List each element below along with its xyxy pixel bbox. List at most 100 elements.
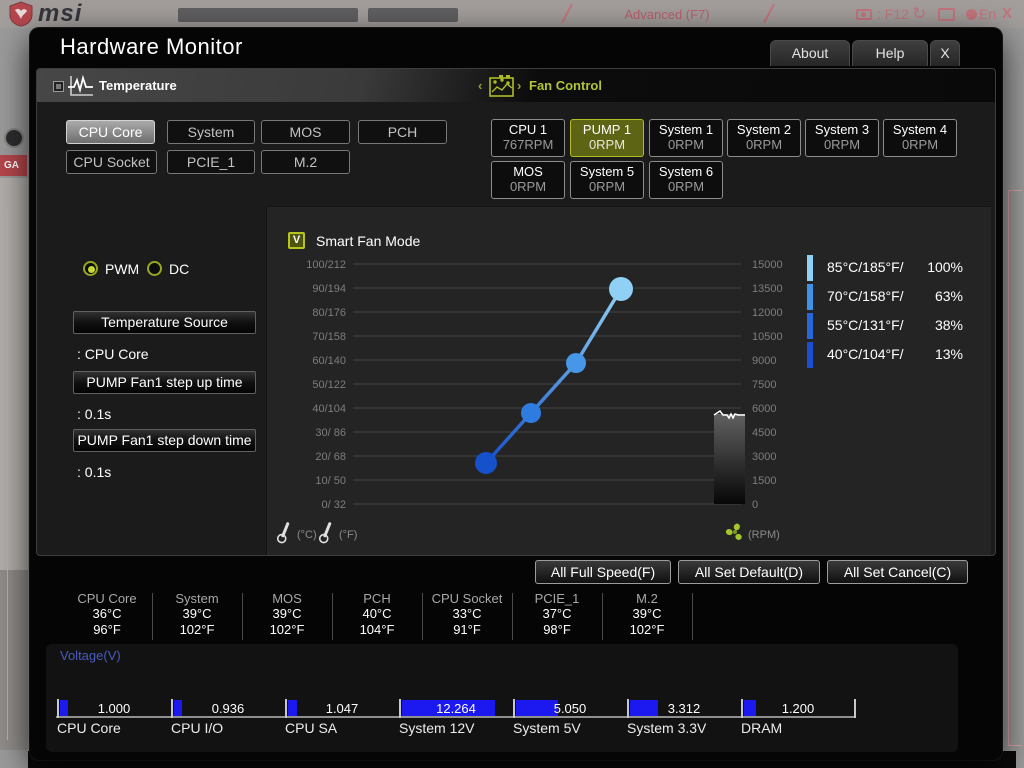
gaming-badge: GA (0, 155, 27, 176)
fan-name: System 3 (814, 122, 870, 137)
bios-close-icon[interactable]: X (1002, 5, 1012, 22)
svg-text:12000: 12000 (752, 307, 783, 319)
smart-fan-mode-checkbox[interactable]: V (288, 232, 305, 249)
tab-x-button[interactable]: X (930, 40, 960, 66)
fan-button-system-4[interactable]: System 4 0RPM (883, 119, 957, 157)
window-title: Hardware Monitor (60, 34, 243, 59)
mode-radio-label-dc: DC (169, 261, 190, 277)
legend-temp-label: 70°C/158°F/ (827, 288, 904, 304)
tab-help-button[interactable]: Help (852, 40, 928, 66)
fan-curve-point-70c[interactable] (566, 353, 586, 373)
temp-reading-name: M.2 (636, 591, 658, 606)
temperature-section-checkbox[interactable] (53, 81, 64, 92)
legend-color-bar (807, 342, 813, 368)
fan-button-cpu-1[interactable]: CPU 1 767RPM (491, 119, 565, 157)
legend-percent-value: 13% (934, 346, 963, 362)
fan-control-icon[interactable] (489, 74, 514, 97)
board-name-block (178, 8, 358, 22)
svg-text:10/ 50: 10/ 50 (315, 475, 346, 487)
fan-control-section-label: Fan Control (529, 78, 602, 93)
temp-source-button-pcie-1[interactable]: PCIE_1 (167, 150, 255, 174)
field-button-0[interactable]: Temperature Source (73, 311, 256, 334)
bios-mode-label[interactable]: Advanced (F7) (592, 7, 742, 22)
fan-rpm-icon (726, 523, 742, 540)
temp-reading-celsius: 33°C (452, 606, 482, 621)
screen: msi Advanced (F7) : F12 ↻ En X GA Hardwa… (0, 0, 1024, 768)
hardware-monitor-window: Hardware Monitor About Help X Temperature … (30, 28, 1002, 760)
fan-button-system-3[interactable]: System 3 0RPM (805, 119, 879, 157)
temp-source-button-cpu-socket[interactable]: CPU Socket (66, 150, 157, 174)
voltage-value: 5.050 (553, 701, 587, 716)
field-button-1[interactable]: PUMP Fan1 step up time (73, 371, 256, 394)
action-button-all-set-cancel-c-[interactable]: All Set Cancel(C) (827, 560, 968, 584)
fan-button-system-6[interactable]: System 6 0RPM (649, 161, 723, 199)
svg-text:70/158: 70/158 (312, 331, 346, 343)
temp-column-divider (692, 593, 693, 640)
screenshot-icon[interactable] (856, 9, 872, 20)
temp-source-button-mos[interactable]: MOS (261, 120, 350, 144)
fan-curve-point-85c[interactable] (609, 277, 633, 301)
field-value-2: : 0.1s (77, 464, 112, 480)
voltage-rail-name: System 5V (513, 720, 581, 736)
fan-rpm-value: 0RPM (588, 137, 626, 152)
fan-button-system-5[interactable]: System 5 0RPM (570, 161, 644, 199)
temp-reading-fahrenheit: 102°F (269, 622, 305, 637)
y-axis-unit-rpm: (RPM) (748, 529, 780, 541)
svg-text:80/176: 80/176 (312, 307, 346, 319)
fan-button-mos[interactable]: MOS 0RPM (491, 161, 565, 199)
legend-color-bar (807, 255, 813, 281)
temp-reading-fahrenheit: 98°F (543, 622, 571, 637)
voltage-value: 1.047 (325, 701, 359, 716)
temp-reading-celsius: 39°C (632, 606, 662, 621)
monitor-icon[interactable] (938, 8, 955, 21)
clock-icon (4, 128, 24, 148)
temp-source-button-pch[interactable]: PCH (358, 120, 447, 144)
monitor-panel: Temperature ‹ › Fan Control CPU Core Syst… (36, 68, 996, 556)
action-button-all-set-default-d-[interactable]: All Set Default(D) (678, 560, 820, 584)
temp-source-button-cpu-core[interactable]: CPU Core (66, 120, 155, 144)
fan-button-pump-1[interactable]: PUMP 1 0RPM (570, 119, 644, 157)
smart-fan-mode-label: Smart Fan Mode (316, 233, 421, 249)
voltage-panel: Voltage(V) 1.000 CPU Core 0.936 CPU I/O 1.04… (46, 644, 958, 752)
voltage-rail-name: CPU Core (57, 720, 121, 736)
svg-text:3000: 3000 (752, 451, 776, 463)
language-label[interactable]: En (979, 6, 996, 22)
svg-text:30/ 86: 30/ 86 (315, 427, 346, 439)
svg-text:0/ 32: 0/ 32 (322, 499, 346, 511)
fan-curve-point-40c[interactable] (475, 452, 497, 474)
action-button-all-full-speed-f-[interactable]: All Full Speed(F) (535, 560, 671, 584)
svg-text:0: 0 (752, 499, 758, 511)
temp-source-button-system[interactable]: System (167, 120, 255, 144)
fan-name: System 5 (579, 164, 635, 179)
temp-source-button-m-2[interactable]: M.2 (261, 150, 350, 174)
voltage-end-bracket (854, 699, 856, 718)
svg-text:15000: 15000 (752, 259, 783, 271)
svg-text:100/212: 100/212 (306, 259, 346, 271)
background-accent-line (1008, 745, 1022, 746)
fan-curve-point-55c[interactable] (521, 403, 541, 423)
legend-percent-value: 63% (934, 288, 963, 304)
voltage-value: 1.000 (97, 701, 131, 716)
mode-radio-dc[interactable] (147, 261, 162, 276)
fan-button-system-2[interactable]: System 2 0RPM (727, 119, 801, 157)
voltage-rail-name: System 12V (399, 720, 475, 736)
screenshot-hotkey-label: : F12 (877, 6, 909, 22)
fan-rpm-value: 0RPM (823, 137, 861, 152)
temp-reading-celsius: 36°C (92, 606, 122, 621)
notification-icon[interactable] (966, 9, 977, 20)
temperature-graph-icon (68, 74, 93, 96)
mode-radio-label-pwm: PWM (105, 261, 140, 277)
fan-button-system-1[interactable]: System 1 0RPM (649, 119, 723, 157)
field-value-1: : 0.1s (77, 406, 112, 422)
temp-reading-name: System (175, 591, 219, 606)
field-button-2[interactable]: PUMP Fan1 step down time (73, 429, 256, 452)
thermometer-celsius-icon (276, 522, 290, 544)
fan-nav-next-icon[interactable]: › (517, 78, 521, 93)
svg-text:90/194: 90/194 (312, 283, 346, 295)
refresh-icon[interactable]: ↻ (912, 4, 926, 24)
fan-nav-prev-icon[interactable]: ‹ (478, 78, 482, 93)
tab-about-button[interactable]: About (770, 40, 850, 66)
thermometer-fahrenheit-icon (318, 522, 332, 544)
fan-curve-chart[interactable]: 100/212 1500090/194 1350080/176 1200070/158… (271, 253, 791, 515)
mode-radio-pwm[interactable] (83, 261, 98, 276)
